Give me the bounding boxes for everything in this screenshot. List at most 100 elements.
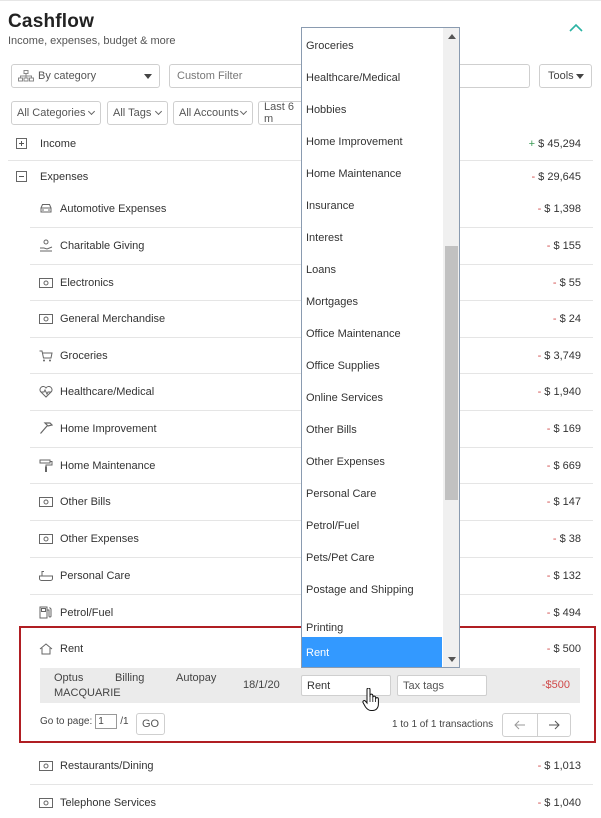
dropdown-option[interactable]: Other Bills	[302, 414, 442, 446]
date-range-filter[interactable]: Last 6 m	[258, 101, 306, 125]
category-amount: $ 500	[553, 642, 581, 655]
dropdown-option[interactable]: Online Services	[302, 382, 442, 414]
expenses-amount: - $ 29,645	[531, 171, 581, 183]
category-amount: $ 24	[559, 312, 581, 325]
category-amount: $ 1,040	[544, 796, 581, 809]
hammer-icon	[38, 422, 54, 436]
page-number-input[interactable]: 1	[95, 714, 118, 729]
chevron-down-icon	[87, 107, 96, 116]
category-label: General Merchandise	[60, 312, 166, 325]
caret-down-icon	[144, 74, 152, 79]
cash-icon	[38, 495, 54, 509]
dropdown-option[interactable]: Hobbies	[302, 94, 442, 126]
income-value: $ 45,294	[538, 137, 581, 150]
chevron-down-icon	[239, 107, 248, 116]
category-amount: $ 1,013	[544, 759, 581, 772]
category-label: Petrol/Fuel	[60, 606, 114, 619]
category-label: Home Maintenance	[60, 459, 156, 472]
dropdown-option[interactable]: Other Expenses	[302, 446, 442, 478]
dropdown-option[interactable]: Home Improvement	[302, 126, 442, 158]
category-amount: $ 3,749	[544, 349, 581, 362]
collapse-chevron-up-icon[interactable]	[566, 20, 586, 36]
expenses-sign: -	[531, 170, 536, 183]
dropdown-option-selected[interactable]: Rent	[302, 637, 442, 667]
car-icon	[38, 202, 54, 216]
dropdown-option[interactable]: Loans	[302, 254, 442, 286]
pagination-nav	[502, 713, 571, 737]
cash-icon	[38, 532, 54, 546]
category-amount: $ 132	[553, 569, 581, 582]
cash-icon	[38, 276, 54, 290]
hierarchy-icon	[18, 70, 34, 82]
transaction-desc-2: Billing	[115, 672, 145, 684]
prev-arrow-icon[interactable]	[503, 714, 537, 736]
hand-pointer-cursor-icon	[362, 687, 380, 712]
go-to-page-label: Go to page:	[40, 716, 93, 727]
dropdown-option[interactable]: Groceries	[302, 30, 442, 62]
dropdown-option[interactable]: Office Supplies	[302, 350, 442, 382]
custom-filter-input[interactable]: Custom Filter	[169, 64, 309, 88]
dropdown-option[interactable]: Personal Care	[302, 478, 442, 510]
search-input-tail[interactable]	[458, 64, 530, 88]
category-dropdown-list[interactable]: Groceries Healthcare/Medical Hobbies Hom…	[301, 27, 460, 668]
category-label: Telephone Services	[60, 796, 157, 809]
category-label: Personal Care	[60, 569, 131, 582]
dropdown-option[interactable]: Interest	[302, 222, 442, 254]
category-label: Home Improvement	[60, 422, 157, 435]
scroll-up-arrow-icon[interactable]	[448, 34, 456, 39]
dropdown-option[interactable]: Home Maintenance	[302, 158, 442, 190]
transaction-date: 18/1/20	[243, 679, 280, 691]
category-label: Groceries	[60, 349, 108, 362]
category-row-restaurants[interactable]: Restaurants/Dining - $ 1,013	[8, 747, 593, 784]
tax-tags-input[interactable]: Tax tags	[397, 675, 487, 696]
dropdown-option[interactable]: Pets/Pet Care	[302, 542, 442, 574]
transaction-row[interactable]: Optus Billing Autopay MACQUARIE 18/1/20 …	[40, 668, 580, 703]
transaction-amount: -$500	[541, 679, 570, 691]
category-row-telephone[interactable]: Telephone Services - $ 1,040	[8, 784, 593, 818]
tools-button[interactable]: Tools	[539, 64, 592, 88]
tags-filter[interactable]: All Tags	[107, 101, 168, 125]
next-arrow-icon[interactable]	[536, 714, 571, 736]
category-amount: $ 1,940	[544, 385, 581, 398]
transaction-desc-3: Autopay	[176, 672, 217, 684]
categories-filter[interactable]: All Categories	[11, 101, 101, 125]
go-button[interactable]: GO	[136, 713, 165, 735]
scrollbar-thumb[interactable]	[445, 246, 458, 500]
category-label: Charitable Giving	[60, 239, 145, 252]
categories-filter-label: All Categories	[17, 107, 86, 119]
category-label: Automotive Expenses	[60, 202, 167, 215]
top-divider	[0, 0, 601, 1]
heart-pulse-icon	[38, 385, 54, 399]
dropdown-option[interactable]: Petrol/Fuel	[302, 510, 442, 542]
cash-icon	[38, 796, 54, 810]
accounts-filter-label: All Accounts	[179, 107, 239, 119]
page-subtitle: Income, expenses, budget & more	[8, 35, 176, 47]
category-label: Electronics	[60, 276, 114, 289]
category-label: Other Bills	[60, 495, 111, 508]
dropdown-option[interactable]: Postage and Shipping	[302, 574, 442, 606]
page-title: Cashflow	[8, 11, 95, 32]
group-by-select[interactable]: By category	[11, 64, 160, 88]
dropdown-option[interactable]: Mortgages	[302, 286, 442, 318]
collapse-minus-icon[interactable]	[16, 171, 27, 182]
dropdown-option[interactable]: Printing	[302, 606, 442, 634]
dropdown-option[interactable]: Insurance	[302, 190, 442, 222]
category-amount: $ 169	[553, 422, 581, 435]
caret-down-icon	[576, 74, 584, 79]
expand-plus-icon[interactable]	[16, 138, 27, 149]
income-label: Income	[40, 137, 77, 150]
category-label: Rent	[60, 642, 84, 655]
page-total: /1	[120, 716, 129, 727]
dropdown-scrollbar[interactable]	[443, 28, 459, 667]
category-amount: $ 494	[553, 606, 581, 619]
group-by-value: By category	[38, 70, 97, 82]
cash-icon	[38, 759, 54, 773]
transaction-desc-1: Optus	[54, 672, 84, 684]
pager: Go to page: 1 /1	[40, 714, 129, 729]
cash-icon	[38, 312, 54, 326]
scroll-down-arrow-icon[interactable]	[448, 657, 456, 662]
expenses-label: Expenses	[40, 170, 89, 183]
dropdown-option[interactable]: Healthcare/Medical	[302, 62, 442, 94]
dropdown-option[interactable]: Office Maintenance	[302, 318, 442, 350]
accounts-filter[interactable]: All Accounts	[173, 101, 253, 125]
